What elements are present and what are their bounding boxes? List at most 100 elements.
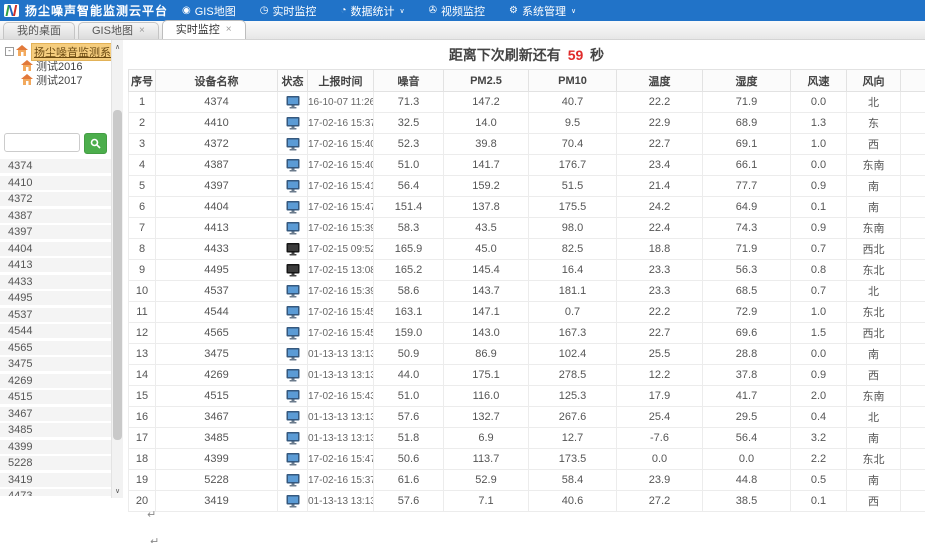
scrollbar-thumb[interactable] (113, 110, 122, 440)
device-list-item[interactable]: 4515 (0, 390, 111, 404)
cell-pm10: 82.5 (529, 239, 617, 260)
search-button[interactable] (84, 133, 107, 154)
tab-my-desktop[interactable]: 我的桌面 (3, 22, 75, 39)
cell-serial: 9 (129, 260, 156, 281)
cell-wind-speed: 0.7 (791, 239, 847, 260)
cell-wind-speed: 3.2 (791, 428, 847, 449)
table-row[interactable]: 24410 17-02-16 15:37:3832.514.09.522.968… (129, 113, 925, 134)
device-list-item[interactable]: 4399 (0, 440, 111, 454)
cell-device-name: 4495 (156, 260, 278, 281)
cell-noise: 51.0 (374, 386, 444, 407)
cell-status (278, 302, 308, 323)
close-icon[interactable]: × (226, 25, 232, 35)
cell-pm10: 9.5 (529, 113, 617, 134)
device-list-item[interactable]: 4413 (0, 258, 111, 272)
cell-report-time: 17-02-16 15:37:00 (308, 470, 374, 491)
scroll-up-icon[interactable]: ∧ (112, 43, 123, 51)
device-list-item[interactable]: 3475 (0, 357, 111, 371)
search-input[interactable] (4, 133, 80, 152)
cell-device-name: 4387 (156, 155, 278, 176)
cell-humidity: 69.6 (703, 323, 791, 344)
device-list-item[interactable]: 4269 (0, 374, 111, 388)
scroll-down-icon[interactable]: ∨ (112, 487, 123, 495)
cell-device-name: 4410 (156, 113, 278, 134)
table-row[interactable]: 44387 17-02-16 15:40:1151.0141.7176.723.… (129, 155, 925, 176)
cell-device-name: 4374 (156, 92, 278, 113)
cell-pm25: 113.7 (444, 449, 529, 470)
cell-report-time: 17-02-16 15:39:28 (308, 218, 374, 239)
cell-wind-speed: 0.1 (791, 491, 847, 512)
tree-children: 测试2016 测试2017 (5, 59, 109, 86)
table-row[interactable]: 64404 17-02-16 15:47:54151.4137.8175.524… (129, 197, 925, 218)
device-list-item[interactable]: 4372 (0, 192, 111, 206)
table-row[interactable]: 14374 16-10-07 11:26:0271.3147.240.722.2… (129, 92, 925, 113)
device-list: 4374 4410 4372 4387 4397 4404 4413 4433 4495 4537… (0, 159, 111, 496)
table-row[interactable]: 144269 01-13-13 13:13:1344.0175.1278.512… (129, 365, 925, 386)
device-list-item[interactable]: 4495 (0, 291, 111, 305)
cell-wind-direction: 南 (847, 428, 901, 449)
device-list-item[interactable]: 4537 (0, 308, 111, 322)
cell-noise: 57.6 (374, 491, 444, 512)
tab-realtime-monitor[interactable]: 实时监控× (162, 20, 246, 39)
table-row[interactable]: 195228 17-02-16 15:37:0061.652.958.423.9… (129, 470, 925, 491)
tree-root-node[interactable]: - 扬尘噪音监测系统 (5, 45, 109, 58)
table-row[interactable]: 104537 17-02-16 15:39:3458.6143.7181.123… (129, 281, 925, 302)
table-row[interactable]: 203419 01-13-13 13:13:1357.67.140.627.23… (129, 491, 925, 512)
device-list-item[interactable]: 4473 (0, 489, 111, 496)
table-row[interactable]: 173485 01-13-13 13:13:1351.86.912.7-7.65… (129, 428, 925, 449)
nav-item-data-statistics[interactable]: ◔数据统计∨ (340, 3, 404, 19)
table-row[interactable]: 114544 17-02-16 15:45:59163.1147.10.722.… (129, 302, 925, 323)
table-row[interactable]: 124565 17-02-16 15:45:24159.0143.0167.32… (129, 323, 925, 344)
device-list-item[interactable]: 4410 (0, 176, 111, 190)
device-list-item[interactable]: 4565 (0, 341, 111, 355)
tab-gis-map[interactable]: GIS地图× (78, 22, 159, 39)
cell-status (278, 365, 308, 386)
table-row[interactable]: 163467 01-13-13 13:13:1357.6132.7267.625… (129, 407, 925, 428)
table-row[interactable]: 74413 17-02-16 15:39:2858.343.598.022.47… (129, 218, 925, 239)
device-list-item[interactable]: 3485 (0, 423, 111, 437)
cell-device-name: 3467 (156, 407, 278, 428)
nav-item-gis-map[interactable]: ◉GIS地图 (182, 3, 236, 19)
nav-item-realtime-monitor[interactable]: ◷实时监控 (260, 3, 317, 19)
chevron-down-icon: ∨ (571, 7, 576, 15)
cell-pm10: 175.5 (529, 197, 617, 218)
cell-temperature: 0.0 (617, 449, 703, 470)
table-row[interactable]: 54397 17-02-16 15:41:0156.4159.251.521.4… (129, 176, 925, 197)
device-list-item[interactable]: 4433 (0, 275, 111, 289)
cell-wind-direction: 南 (847, 197, 901, 218)
sidebar-scrollbar[interactable]: ∧ ∨ (111, 40, 123, 498)
device-list-item[interactable]: 4397 (0, 225, 111, 239)
cell-temperature: 17.9 (617, 386, 703, 407)
cell-noise: 50.6 (374, 449, 444, 470)
nav-item-system-management[interactable]: ⚙系统管理∨ (509, 3, 576, 19)
nav-item-label: 系统管理 (522, 3, 566, 19)
device-list-item[interactable]: 4544 (0, 324, 111, 338)
cell-status (278, 449, 308, 470)
device-list-item[interactable]: 4374 (0, 159, 111, 173)
cell-pm10: 102.4 (529, 344, 617, 365)
table-row[interactable]: 84433 17-02-15 09:52:37165.945.082.518.8… (129, 239, 925, 260)
device-list-item[interactable]: 5228 (0, 456, 111, 470)
tree-node[interactable]: 测试2016 (21, 59, 109, 72)
close-icon[interactable]: × (139, 26, 145, 36)
collapse-icon[interactable]: - (5, 47, 14, 56)
monitor-online-icon (286, 474, 300, 487)
cell-wind-speed: 0.9 (791, 176, 847, 197)
cell-noise: 57.6 (374, 407, 444, 428)
cell-wind-direction: 西 (847, 365, 901, 386)
table-row[interactable]: 133475 01-13-13 13:13:1350.986.9102.425.… (129, 344, 925, 365)
device-list-item[interactable]: 4387 (0, 209, 111, 223)
table-row[interactable]: 184399 17-02-16 15:47:4550.6113.7173.50.… (129, 449, 925, 470)
device-list-item[interactable]: 3467 (0, 407, 111, 421)
nav-item-video-monitor[interactable]: ✇视频监控 (429, 3, 485, 19)
table-row[interactable]: 34372 17-02-16 15:40:0052.339.870.422.76… (129, 134, 925, 155)
cell-wind-speed: 1.0 (791, 302, 847, 323)
device-list-item[interactable]: 3419 (0, 473, 111, 487)
cell-status (278, 134, 308, 155)
tree-node[interactable]: 测试2017 (21, 73, 109, 86)
cell-pm10: 125.3 (529, 386, 617, 407)
monitor-online-icon (286, 306, 300, 319)
table-row[interactable]: 94495 17-02-15 13:08:14165.2145.416.423.… (129, 260, 925, 281)
table-row[interactable]: 154515 17-02-16 15:43:1051.0116.0125.317… (129, 386, 925, 407)
device-list-item[interactable]: 4404 (0, 242, 111, 256)
